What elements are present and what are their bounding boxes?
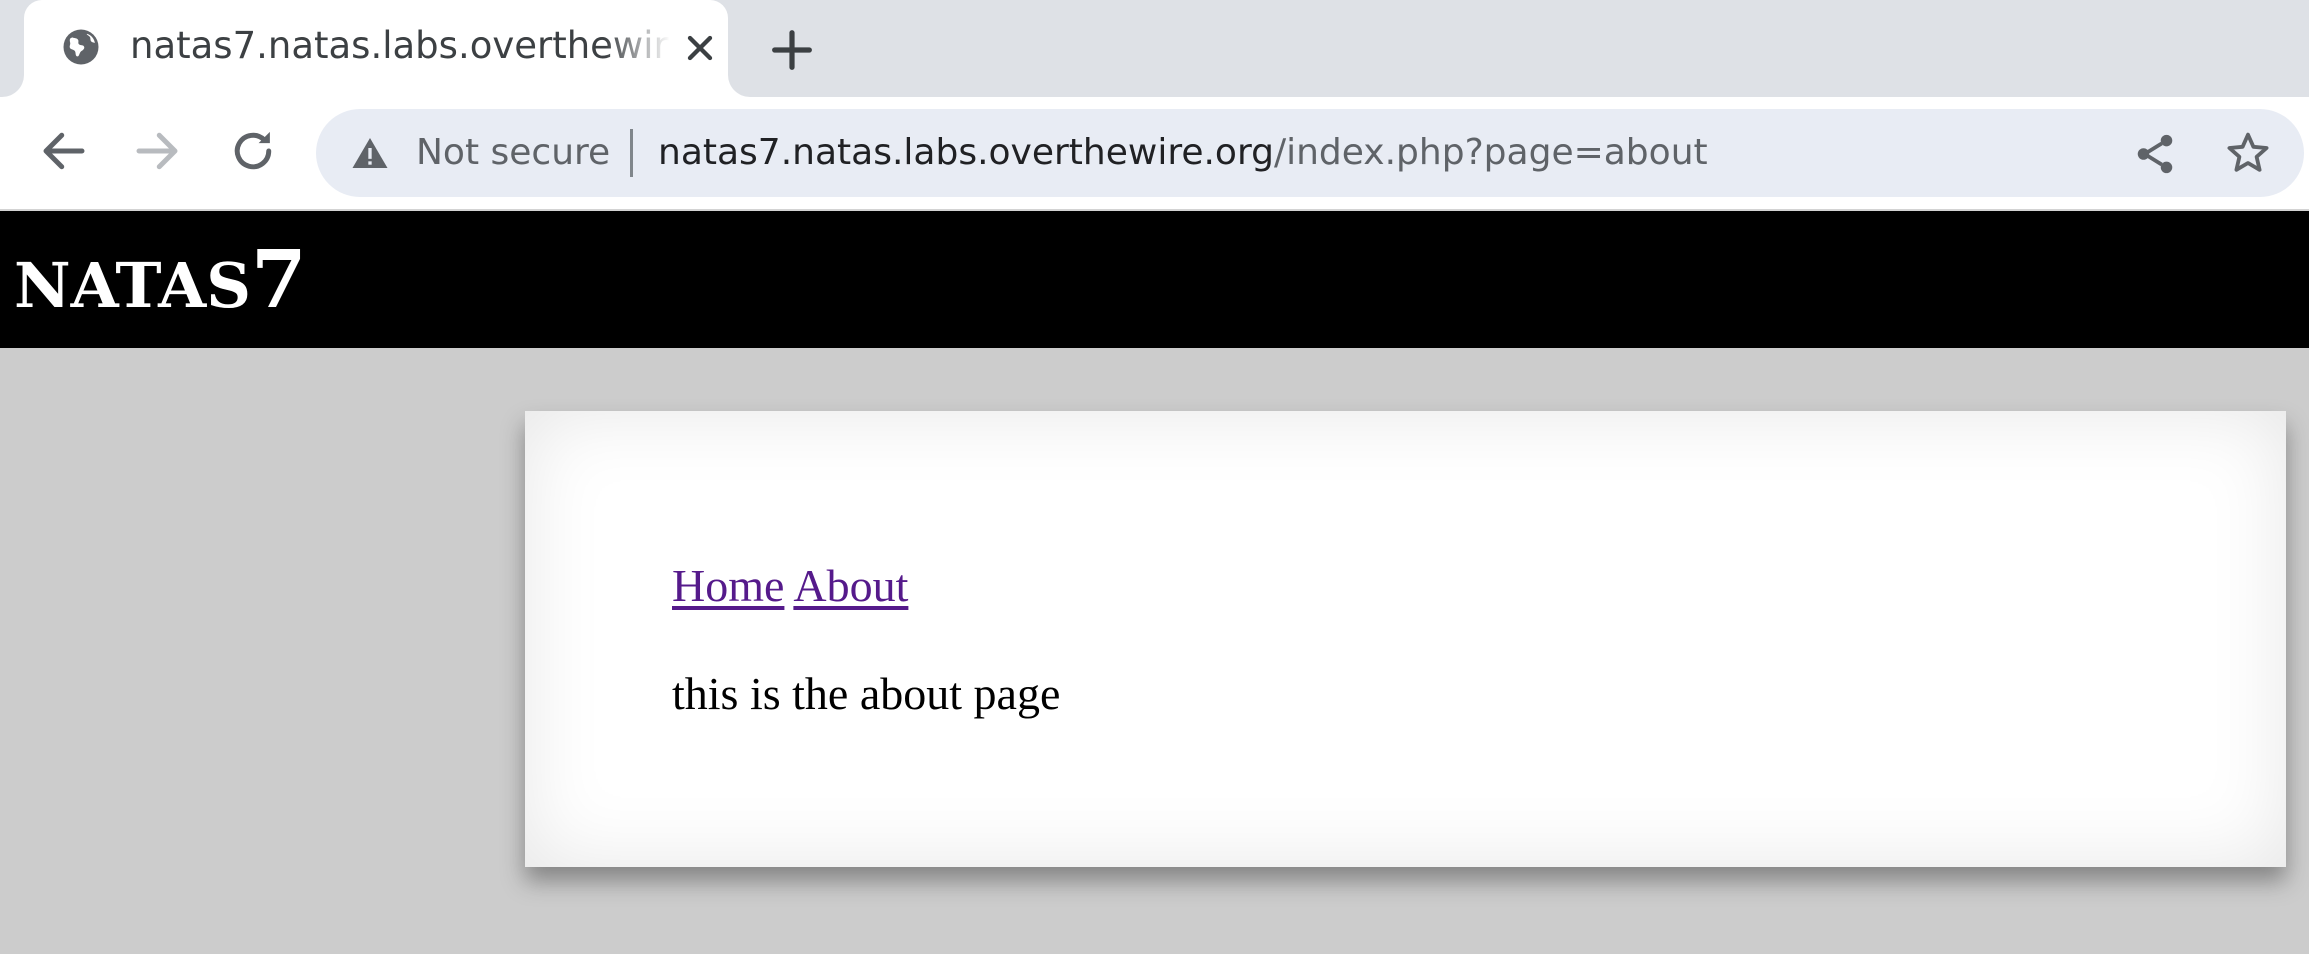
- page-title: NATAS7: [14, 231, 307, 334]
- globe-icon: [63, 29, 99, 65]
- tab-strip: natas7.natas.labs.overthewire.org/index.…: [0, 0, 2309, 97]
- web-page: NATAS7 Home About this is the about page: [0, 211, 2309, 954]
- home-link[interactable]: Home: [672, 560, 784, 611]
- share-icon[interactable]: [2132, 131, 2178, 177]
- browser-tab[interactable]: natas7.natas.labs.overthewire.org/index.…: [24, 0, 728, 97]
- browser-toolbar: Not secure natas7.natas.labs.overthewire…: [0, 97, 2309, 211]
- url-host: natas7.natas.labs.overthewire.org: [658, 132, 1274, 173]
- reload-icon[interactable]: [226, 124, 280, 178]
- content-panel: Home About this is the about page: [525, 411, 2286, 867]
- address-bar[interactable]: Not secure natas7.natas.labs.overthewire…: [316, 109, 2304, 197]
- arrow-right-icon[interactable]: [130, 124, 184, 178]
- security-status-label[interactable]: Not secure: [416, 127, 610, 179]
- star-icon[interactable]: [2224, 129, 2272, 177]
- tab-title: natas7.natas.labs.overthewire.org/index.…: [130, 24, 670, 67]
- url-path: /index.php?page=about: [1273, 132, 1708, 173]
- url-text[interactable]: natas7.natas.labs.overthewire.org/index.…: [658, 127, 1708, 179]
- page-title-number: 7: [251, 232, 307, 326]
- page-body-text: this is the about page: [672, 668, 1061, 719]
- close-icon[interactable]: [680, 28, 720, 68]
- omnibox-divider: [630, 129, 633, 177]
- arrow-left-icon[interactable]: [37, 124, 91, 178]
- about-link[interactable]: About: [793, 560, 908, 611]
- plus-icon[interactable]: [766, 24, 818, 76]
- page-header: NATAS7: [0, 211, 2309, 348]
- nav-links: Home About: [672, 558, 908, 614]
- warning-icon[interactable]: [350, 133, 390, 173]
- page-title-prefix: NATAS: [14, 249, 252, 322]
